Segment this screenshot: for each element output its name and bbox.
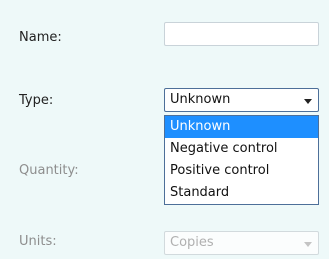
name-input[interactable] (164, 22, 319, 46)
type-option-unknown[interactable]: Unknown (165, 116, 318, 138)
chevron-down-icon (304, 99, 312, 104)
type-dropdown[interactable]: Unknown (164, 88, 319, 112)
type-option-negative-control[interactable]: Negative control (165, 138, 318, 160)
units-selected-value: Copies (170, 235, 214, 250)
sample-properties-panel: Name: Type: Unknown Unknown Negative con… (0, 0, 329, 259)
quantity-label: Quantity: (19, 163, 79, 178)
units-dropdown: Copies (164, 231, 319, 255)
type-selected-value: Unknown (170, 92, 231, 107)
type-option-standard[interactable]: Standard (165, 182, 318, 204)
type-option-positive-control[interactable]: Positive control (165, 160, 318, 182)
type-label: Type: (19, 93, 54, 108)
chevron-down-icon (304, 242, 312, 247)
name-label: Name: (19, 30, 62, 45)
type-dropdown-menu: Unknown Negative control Positive contro… (164, 115, 319, 205)
units-label: Units: (19, 234, 57, 249)
